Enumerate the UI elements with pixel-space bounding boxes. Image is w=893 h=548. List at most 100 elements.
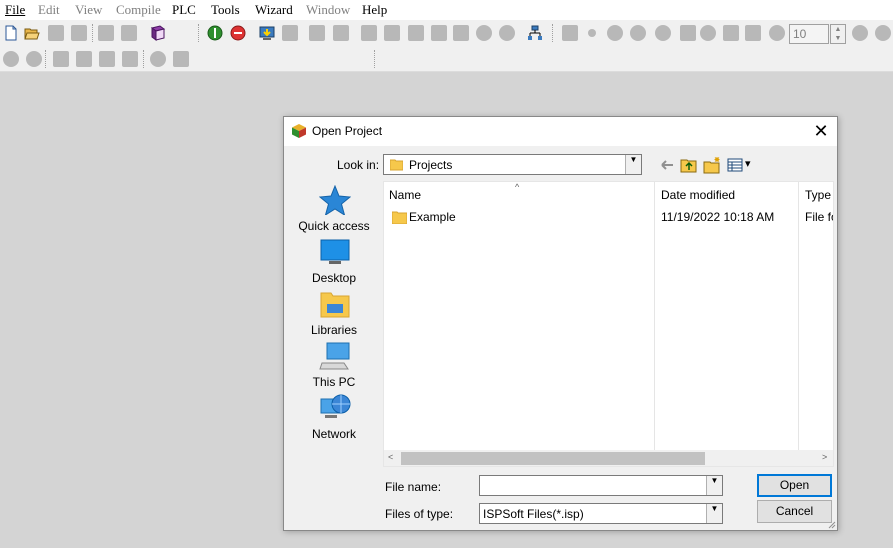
desktop-icon xyxy=(320,239,350,264)
open-folder-icon[interactable] xyxy=(24,25,40,41)
cancel-button[interactable]: Cancel xyxy=(757,500,832,523)
toolbar-separator xyxy=(45,50,46,68)
menu-view[interactable]: View xyxy=(75,2,102,18)
refresh-icon[interactable] xyxy=(655,25,671,41)
close-icon[interactable]: ✕ xyxy=(813,121,828,141)
replace-icon[interactable] xyxy=(173,51,189,67)
dot-icon[interactable] xyxy=(588,29,596,37)
menu-window[interactable]: Window xyxy=(306,2,350,18)
book-icon[interactable] xyxy=(150,25,166,41)
column-header-name[interactable]: Name xyxy=(389,188,421,202)
chevron-down-icon[interactable]: ▼ xyxy=(625,155,641,174)
layout-icon[interactable] xyxy=(98,25,114,41)
chevron-down-icon[interactable]: ▼ xyxy=(706,504,722,523)
menu-file[interactable]: File xyxy=(5,2,25,18)
redo-icon[interactable] xyxy=(607,25,623,41)
column-header-date-modified[interactable]: Date modified xyxy=(661,188,735,202)
paste-icon[interactable] xyxy=(99,51,115,67)
zoom-input[interactable]: 10 xyxy=(789,24,829,44)
dialog-title: Open Project xyxy=(312,124,383,138)
card-icon[interactable] xyxy=(384,25,400,41)
resize-grip-icon[interactable] xyxy=(826,519,836,529)
computer-icon xyxy=(319,342,350,370)
network-config-icon[interactable] xyxy=(527,25,543,41)
save-icon[interactable] xyxy=(48,25,64,41)
filter-icon[interactable] xyxy=(723,25,739,41)
spin-up-icon[interactable]: ▲ xyxy=(831,25,845,34)
copy-icon[interactable] xyxy=(76,51,92,67)
folder-icon xyxy=(392,211,407,224)
back-icon[interactable] xyxy=(658,156,676,174)
print-icon[interactable] xyxy=(71,25,87,41)
app-icon xyxy=(292,124,306,138)
zoom-in-icon[interactable] xyxy=(875,25,891,41)
network-icon xyxy=(320,394,351,418)
horizontal-scrollbar[interactable]: < > xyxy=(384,450,833,466)
undo-icon[interactable] xyxy=(3,51,19,67)
online-icon[interactable] xyxy=(207,25,223,41)
scrollbar-thumb[interactable] xyxy=(401,452,705,465)
place-desktop[interactable]: Desktop xyxy=(291,237,377,289)
spin-down-icon[interactable]: ▼ xyxy=(831,34,845,43)
column-header-type[interactable]: Type xyxy=(805,188,831,202)
scroll-right-icon[interactable]: > xyxy=(822,452,827,462)
stop-icon[interactable] xyxy=(230,25,246,41)
dialog-titlebar[interactable]: Open Project ✕ xyxy=(284,117,837,146)
search-icon[interactable] xyxy=(150,51,166,67)
upload-icon[interactable] xyxy=(282,25,298,41)
ladder-icon[interactable] xyxy=(562,25,578,41)
menu-wizard[interactable]: Wizard xyxy=(255,2,293,18)
file-name-field[interactable]: ▼ xyxy=(479,475,723,496)
pen-icon[interactable] xyxy=(361,25,377,41)
close-button[interactable]: ✕ xyxy=(806,119,836,143)
view-menu-arrow[interactable]: ▾ xyxy=(745,157,751,170)
loop-icon[interactable] xyxy=(700,25,716,41)
rotate-icon[interactable] xyxy=(630,25,646,41)
diagnose-icon[interactable] xyxy=(499,25,515,41)
cut-icon[interactable] xyxy=(53,51,69,67)
zoom-out-icon[interactable] xyxy=(852,25,868,41)
toolbar-separator xyxy=(552,24,553,42)
bulb-icon[interactable] xyxy=(476,25,492,41)
edit-toolbar xyxy=(0,46,893,72)
monitor-icon[interactable] xyxy=(453,25,469,41)
menu-plc[interactable]: PLC xyxy=(172,2,196,18)
place-this-pc[interactable]: This PC xyxy=(291,341,377,393)
new-file-icon[interactable] xyxy=(3,25,19,41)
files-of-type-label: Files of type: xyxy=(385,507,454,521)
chart-icon[interactable] xyxy=(745,25,761,41)
file-list[interactable]: ^ Name Date modified Type Example 11/19/… xyxy=(383,181,834,467)
place-network[interactable]: Network xyxy=(291,393,377,445)
io-list-icon[interactable] xyxy=(333,25,349,41)
files-of-type-dropdown[interactable]: ISPSoft Files(*.isp) ▼ xyxy=(479,503,723,524)
open-button[interactable]: Open xyxy=(757,474,832,497)
menu-edit[interactable]: Edit xyxy=(38,2,60,18)
eraser-icon[interactable] xyxy=(122,51,138,67)
file-name-input[interactable] xyxy=(482,477,704,494)
places-bar: Quick access Desktop Libraries This PC N… xyxy=(291,181,377,464)
view-menu-icon[interactable] xyxy=(727,156,745,174)
zoom-spinner[interactable]: ▲ ▼ xyxy=(830,24,846,44)
globe-icon[interactable] xyxy=(769,25,785,41)
menu-help[interactable]: Help xyxy=(362,2,387,18)
menu-tools[interactable]: Tools xyxy=(211,2,240,18)
window-icon[interactable] xyxy=(121,25,137,41)
new-folder-icon[interactable] xyxy=(703,156,721,174)
comment-icon[interactable] xyxy=(431,25,447,41)
gear-icon[interactable] xyxy=(680,25,696,41)
file-row[interactable]: Example 11/19/2022 10:18 AM File fo xyxy=(384,207,833,227)
place-quick-access[interactable]: Quick access xyxy=(291,185,377,237)
libraries-icon xyxy=(320,292,350,318)
scroll-left-icon[interactable]: < xyxy=(388,452,393,462)
chip-icon[interactable] xyxy=(408,25,424,41)
download-icon[interactable] xyxy=(259,25,275,41)
open-project-dialog: Open Project ✕ Look in: Projects ▼ ▾ Qui… xyxy=(283,116,838,531)
look-in-dropdown[interactable]: Projects ▼ xyxy=(383,154,642,175)
redo-icon[interactable] xyxy=(26,51,42,67)
chevron-down-icon[interactable]: ▼ xyxy=(706,476,722,495)
io-table-icon[interactable] xyxy=(309,25,325,41)
up-folder-icon[interactable] xyxy=(680,156,698,174)
place-libraries[interactable]: Libraries xyxy=(291,289,377,341)
main-toolbar: 10 ▲ ▼ xyxy=(0,20,893,46)
menu-compile[interactable]: Compile xyxy=(116,2,161,18)
